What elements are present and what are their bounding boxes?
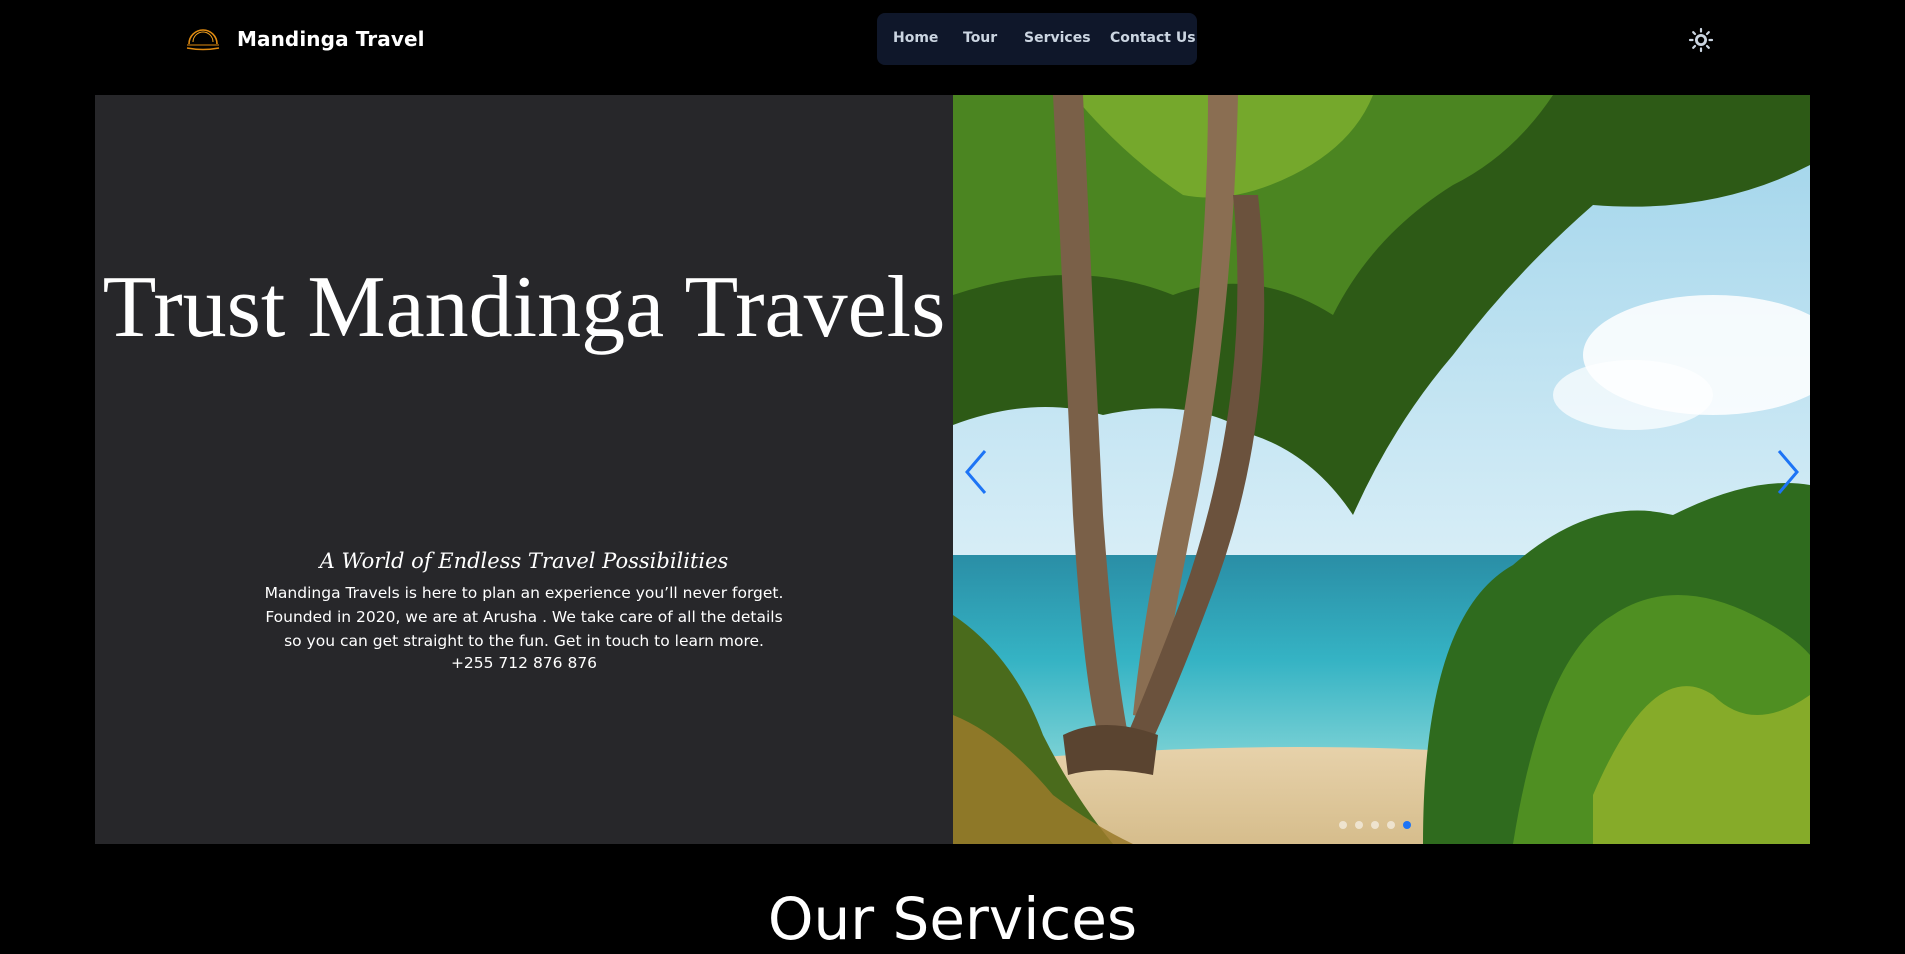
hero-tagline: A World of Endless Travel Possibilities xyxy=(319,549,729,573)
brand-name: Mandinga Travel xyxy=(237,27,425,51)
carousel-dot[interactable] xyxy=(1355,821,1363,829)
main-nav: Home Tour Services Contact Us xyxy=(877,13,1197,65)
chevron-left-icon[interactable] xyxy=(961,447,991,497)
carousel-dot[interactable] xyxy=(1339,821,1347,829)
hero-text-panel: Trust Mandinga Travels A World of Endles… xyxy=(95,95,953,844)
carousel-dot[interactable] xyxy=(1387,821,1395,829)
nav-home[interactable]: Home xyxy=(893,30,938,46)
brand[interactable]: Mandinga Travel xyxy=(183,20,425,58)
hero-carousel xyxy=(953,95,1810,844)
carousel-dots xyxy=(1339,821,1411,829)
beach-palm-slide-image xyxy=(953,95,1810,844)
nav-services[interactable]: Services xyxy=(1024,30,1091,46)
carousel-dot[interactable] xyxy=(1371,821,1379,829)
sunset-logo-icon xyxy=(183,20,223,58)
hero-section: Trust Mandinga Travels A World of Endles… xyxy=(95,95,1810,844)
nav-tour[interactable]: Tour xyxy=(963,30,997,46)
hero-description: Mandinga Travels is here to plan an expe… xyxy=(264,584,784,650)
carousel-dot-active[interactable] xyxy=(1403,821,1411,829)
hero-title-text: Trust Mandinga Travels xyxy=(102,259,946,356)
chevron-right-icon[interactable] xyxy=(1773,447,1803,497)
hero-phone[interactable]: +255 712 876 876 xyxy=(95,654,953,672)
site-header: Mandinga Travel Home Tour Services Conta… xyxy=(0,0,1905,78)
services-title: Our Services xyxy=(767,885,1138,953)
nav-contact-us[interactable]: Contact Us xyxy=(1110,30,1196,46)
sun-icon[interactable] xyxy=(1688,27,1714,53)
hero-title: Trust Mandinga Travels xyxy=(95,260,953,355)
